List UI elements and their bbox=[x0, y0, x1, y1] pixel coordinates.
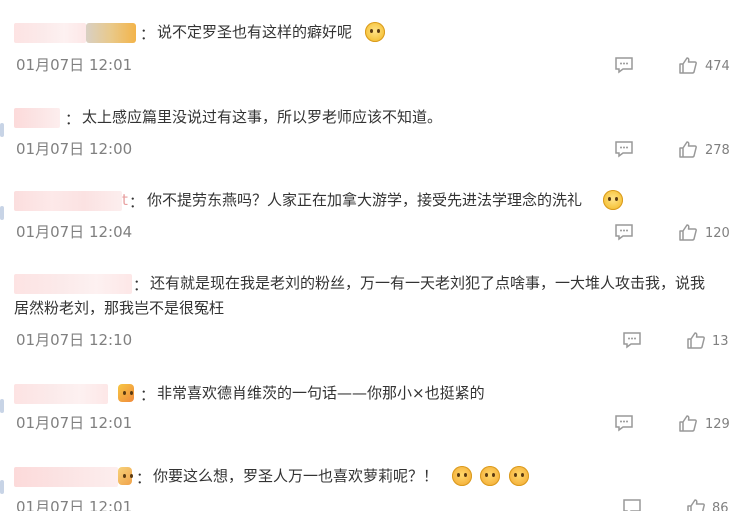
user-badge-icon bbox=[118, 467, 133, 485]
comment-time: 01月07日 12:00 bbox=[16, 140, 133, 158]
comment-item: ： 还有就是现在我是老刘的粉丝，万一有一天老刘犯了点啥事，一大堆人攻击我，说我 … bbox=[0, 271, 741, 351]
comment-text-line-2: 居然粉老刘，那我岂不是很冤枉 bbox=[14, 299, 225, 317]
thumbs-up-icon[interactable] bbox=[686, 331, 706, 349]
username-blurred[interactable] bbox=[14, 23, 86, 43]
like-count: 278 bbox=[705, 143, 730, 158]
comment-text: 太上感应篇里没说过有这事，所以罗老师应该不知道。 bbox=[82, 108, 443, 126]
username-blurred[interactable] bbox=[14, 108, 60, 128]
like-count: 474 bbox=[705, 59, 730, 74]
username-blurred[interactable] bbox=[14, 384, 108, 404]
heart-eyes-icon bbox=[452, 466, 472, 486]
doge-icon bbox=[603, 190, 623, 210]
username-blurred[interactable] bbox=[14, 467, 118, 487]
comment-bubble-icon[interactable] bbox=[614, 414, 634, 432]
comment-time: 01月07日 12:01 bbox=[16, 56, 133, 74]
comment-bubble-icon[interactable] bbox=[622, 498, 642, 511]
comment-text: 非常喜欢德肖维茨的一句话——你那小×也挺紧的 bbox=[157, 384, 485, 402]
user-badge-icon bbox=[118, 384, 134, 402]
comment-time: 01月07日 12:01 bbox=[16, 414, 133, 432]
name-separator: ： bbox=[140, 25, 156, 43]
like-count: 129 bbox=[705, 417, 730, 432]
heart-eyes-icon bbox=[509, 466, 529, 486]
comment-time: 01月07日 12:10 bbox=[16, 331, 133, 349]
name-suffix: t bbox=[122, 191, 128, 209]
comment-text: 你不提劳东燕吗？人家正在加拿大游学，接受先进法学理念的洗礼 bbox=[147, 191, 583, 209]
username-blurred[interactable] bbox=[14, 191, 122, 211]
comment-bubble-icon[interactable] bbox=[614, 140, 634, 158]
comment-text-line-1: 还有就是现在我是老刘的粉丝，万一有一天老刘犯了点啥事，一大堆人攻击我，说我 bbox=[150, 274, 706, 292]
thumbs-up-icon[interactable] bbox=[678, 414, 698, 432]
comment-time: 01月07日 12:01 bbox=[16, 498, 133, 511]
thumbs-up-icon[interactable] bbox=[686, 498, 706, 511]
comment-text: 你要这么想，罗圣人万一也喜欢萝莉呢？！ bbox=[153, 467, 439, 485]
comment-item: ： 说不定罗圣也有这样的癖好呢 01月07日 12:01 474 bbox=[0, 20, 741, 80]
thumbs-up-icon[interactable] bbox=[678, 223, 698, 241]
comment-item: ： 你要这么想，罗圣人万一也喜欢萝莉呢？！ 01月07日 12:01 86 bbox=[0, 464, 741, 511]
comment-bubble-icon[interactable] bbox=[614, 223, 634, 241]
comment-bubble-icon[interactable] bbox=[622, 331, 642, 349]
like-count: 120 bbox=[705, 226, 730, 241]
user-badge-icon bbox=[86, 23, 136, 43]
comment-item: ： 太上感应篇里没说过有这事，所以罗老师应该不知道。 01月07日 12:00 … bbox=[0, 105, 741, 165]
comment-item: t ： 你不提劳东燕吗？人家正在加拿大游学，接受先进法学理念的洗礼 01月07日… bbox=[0, 188, 741, 248]
name-separator: ： bbox=[136, 469, 152, 487]
name-separator: ： bbox=[65, 110, 81, 128]
like-count: 86 bbox=[712, 501, 729, 511]
comment-bubble-icon[interactable] bbox=[614, 56, 634, 74]
comment-text: 说不定罗圣也有这样的癖好呢 bbox=[157, 23, 353, 41]
name-separator: ： bbox=[129, 193, 145, 211]
doge-icon bbox=[365, 22, 385, 42]
avatar-edge bbox=[0, 480, 4, 494]
name-separator: ： bbox=[133, 276, 149, 294]
thumbs-up-icon[interactable] bbox=[678, 140, 698, 158]
thumbs-up-icon[interactable] bbox=[678, 56, 698, 74]
heart-eyes-icon bbox=[480, 466, 500, 486]
avatar-edge bbox=[0, 206, 4, 220]
comment-time: 01月07日 12:04 bbox=[16, 223, 133, 241]
name-separator: ： bbox=[140, 386, 156, 404]
username-blurred[interactable] bbox=[14, 274, 132, 294]
comment-item: ： 非常喜欢德肖维茨的一句话——你那小×也挺紧的 01月07日 12:01 12… bbox=[0, 381, 741, 441]
avatar-edge bbox=[0, 123, 4, 137]
avatar-edge bbox=[0, 399, 4, 413]
like-count: 13 bbox=[712, 334, 729, 349]
